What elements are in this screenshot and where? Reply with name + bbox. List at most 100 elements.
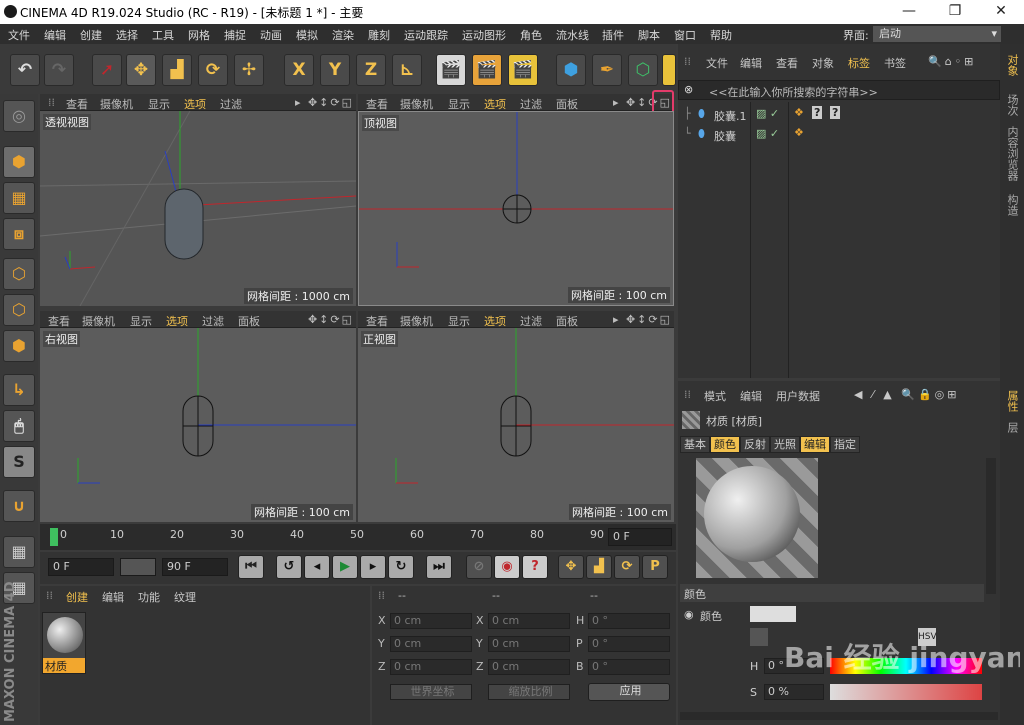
viewport-canvas[interactable]: 透视视图 网格间距 : 1000 cm	[40, 111, 356, 306]
attr-menu-userdata[interactable]: 用户数据	[776, 388, 820, 404]
visibility-check-icon[interactable]: ▨ ✓	[756, 107, 779, 120]
subdivision-button[interactable]: ⬡	[628, 54, 658, 86]
position-y-field[interactable]: 0 cm	[390, 636, 472, 652]
vp-menu-view[interactable]: 查看	[366, 313, 388, 329]
color-swatch[interactable]	[750, 606, 796, 622]
capsule-object[interactable]	[164, 188, 204, 260]
menu-plugins[interactable]: 插件	[602, 27, 624, 43]
perspective-viewport[interactable]: ⁞⁞ 查看 摄像机 显示 选项 过滤 ▸ ✥↕⟳◱ 透视视图 网格间距 : 10…	[40, 94, 356, 306]
magnet-button[interactable]: ∪	[3, 490, 35, 522]
vp-menu-filter[interactable]: 过滤	[202, 313, 224, 329]
key-scale-button[interactable]: ▟	[586, 555, 612, 579]
vp-menu-filter[interactable]: 过滤	[520, 96, 542, 112]
previous-key-button[interactable]: ↺	[276, 555, 302, 579]
vp-menu-panel[interactable]: 面板	[556, 96, 578, 112]
vp-menu-options[interactable]: 选项	[166, 313, 188, 329]
toolbar-overflow[interactable]	[662, 54, 676, 86]
minimize-button[interactable]: —	[886, 0, 932, 24]
menu-script[interactable]: 脚本	[638, 27, 660, 43]
model-mode-button[interactable]: ⬢	[3, 146, 35, 178]
recent-tool-button[interactable]: ✢	[234, 54, 264, 86]
obj-menu-view[interactable]: 查看	[776, 55, 798, 71]
menu-create[interactable]: 创建	[80, 27, 102, 43]
scale-mode-select[interactable]: 缩放比例	[488, 684, 570, 700]
menu-snap[interactable]: 捕捉	[224, 27, 246, 43]
menu-character[interactable]: 角色	[520, 27, 542, 43]
tab-takes[interactable]: 场次	[1004, 94, 1020, 116]
attr-nav-icons[interactable]: ◀ ⁄ ▲ 🔍🔒◎⊞	[854, 388, 959, 401]
play-button[interactable]: ▶	[332, 555, 358, 579]
vp-menu-options[interactable]: 选项	[184, 96, 206, 112]
radio-icon[interactable]: ◉	[684, 608, 694, 621]
obj-menu-tags[interactable]: 标签	[848, 55, 870, 71]
render-view-button[interactable]: 🎬	[436, 54, 466, 86]
tab-assign[interactable]: 指定	[830, 436, 860, 453]
tab-layers[interactable]: 层	[1004, 422, 1020, 433]
live-selection-button[interactable]: ➚	[92, 54, 122, 86]
world-coordinates-select[interactable]: 世界坐标	[390, 684, 472, 700]
snap-button[interactable]: S	[3, 446, 35, 478]
mat-menu-create[interactable]: 创建	[66, 589, 88, 605]
key-position-button[interactable]: ✥	[558, 555, 584, 579]
viewport-nav-icons[interactable]: ▸ ✥↕⟳◱	[613, 313, 672, 326]
move-tool-button[interactable]: ✥	[126, 54, 156, 86]
menu-select[interactable]: 选择	[116, 27, 138, 43]
make-editable-button[interactable]: ◎	[3, 100, 35, 132]
mat-menu-edit[interactable]: 编辑	[102, 589, 124, 605]
material-preview[interactable]	[696, 458, 818, 578]
vp-menu-view[interactable]: 查看	[48, 313, 70, 329]
color-section-header[interactable]: 颜色	[680, 584, 984, 602]
add-cube-button[interactable]: ⬢	[556, 54, 586, 86]
texture-mode-button[interactable]: ▦	[3, 182, 35, 214]
redo-button[interactable]: ↷	[44, 54, 74, 86]
next-key-button[interactable]: ↻	[388, 555, 414, 579]
object-search-bar[interactable]: ⊗ <<在此输入你所搜索的字符串>>	[678, 80, 1000, 100]
vp-menu-display[interactable]: 显示	[448, 313, 470, 329]
top-viewport[interactable]: 查看 摄像机 显示 选项 过滤 面板 ▸ ✥↕⟳◱ 顶视图 网格间距 : 100…	[358, 90, 674, 306]
saturation-gradient-slider[interactable]	[830, 684, 982, 700]
coordinate-system-button[interactable]: ⊾	[392, 54, 422, 86]
menu-pipeline[interactable]: 流水线	[556, 27, 589, 43]
apply-button[interactable]: 应用	[588, 683, 670, 701]
object-name[interactable]: 胶囊.1	[714, 108, 747, 124]
front-viewport[interactable]: 查看 摄像机 显示 选项 过滤 面板 ▸ ✥↕⟳◱ 正视图 网格间距 : 100…	[358, 311, 674, 522]
vp-menu-view[interactable]: 查看	[366, 96, 388, 112]
object-row[interactable]: ├ ⬮ 胶囊.1 ▨ ✓ ❖ ? ?	[682, 106, 1000, 124]
viewport-nav-icons[interactable]: ▸ ✥↕⟳◱	[295, 96, 354, 109]
menu-mesh[interactable]: 网格	[188, 27, 210, 43]
vp-menu-camera[interactable]: 摄像机	[100, 96, 133, 112]
tweak-mode-button[interactable]: 🖱	[3, 410, 35, 442]
rotate-tool-button[interactable]: ⟳	[198, 54, 228, 86]
menu-edit[interactable]: 编辑	[44, 27, 66, 43]
tab-attributes[interactable]: 属性	[1004, 390, 1020, 412]
position-x-field[interactable]: 0 cm	[390, 613, 472, 629]
viewport-canvas[interactable]: 正视图 网格间距 : 100 cm	[358, 328, 674, 522]
tab-structure[interactable]: 构造	[1004, 194, 1020, 216]
vp-menu-display[interactable]: 显示	[148, 96, 170, 112]
go-to-start-button[interactable]: ⏮	[238, 555, 264, 579]
viewport-nav-icons[interactable]: ✥↕⟳◱	[308, 313, 354, 326]
menu-window[interactable]: 窗口	[674, 27, 696, 43]
eyedropper-button[interactable]	[750, 628, 768, 646]
obj-menu-file[interactable]: 文件	[706, 55, 728, 71]
size-x-field[interactable]: 0 cm	[488, 613, 570, 629]
obj-menu-edit[interactable]: 编辑	[740, 55, 762, 71]
mat-menu-texture[interactable]: 纹理	[174, 589, 196, 605]
menu-simulate[interactable]: 模拟	[296, 27, 318, 43]
interface-layout-select[interactable]: 启动 ▾	[873, 26, 1001, 42]
attr-menu-edit[interactable]: 编辑	[740, 388, 762, 404]
vp-menu-camera[interactable]: 摄像机	[400, 313, 433, 329]
mat-menu-function[interactable]: 功能	[138, 589, 160, 605]
z-axis-lock-button[interactable]: Z	[356, 54, 386, 86]
edges-mode-button[interactable]: ⬡	[3, 294, 35, 326]
tab-color[interactable]: 颜色	[710, 436, 740, 453]
vp-menu-display[interactable]: 显示	[130, 313, 152, 329]
workplane-mode-button[interactable]: ⧈	[3, 218, 35, 250]
object-name[interactable]: 胶囊	[714, 128, 736, 144]
visibility-check-icon[interactable]: ▨ ✓	[756, 127, 779, 140]
tab-objects[interactable]: 对象	[1004, 54, 1020, 76]
menu-tools[interactable]: 工具	[152, 27, 174, 43]
pen-tool-button[interactable]: ✒	[592, 54, 622, 86]
unknown-tag-icon[interactable]: ?	[812, 106, 823, 119]
polygons-mode-button[interactable]: ⬢	[3, 330, 35, 362]
